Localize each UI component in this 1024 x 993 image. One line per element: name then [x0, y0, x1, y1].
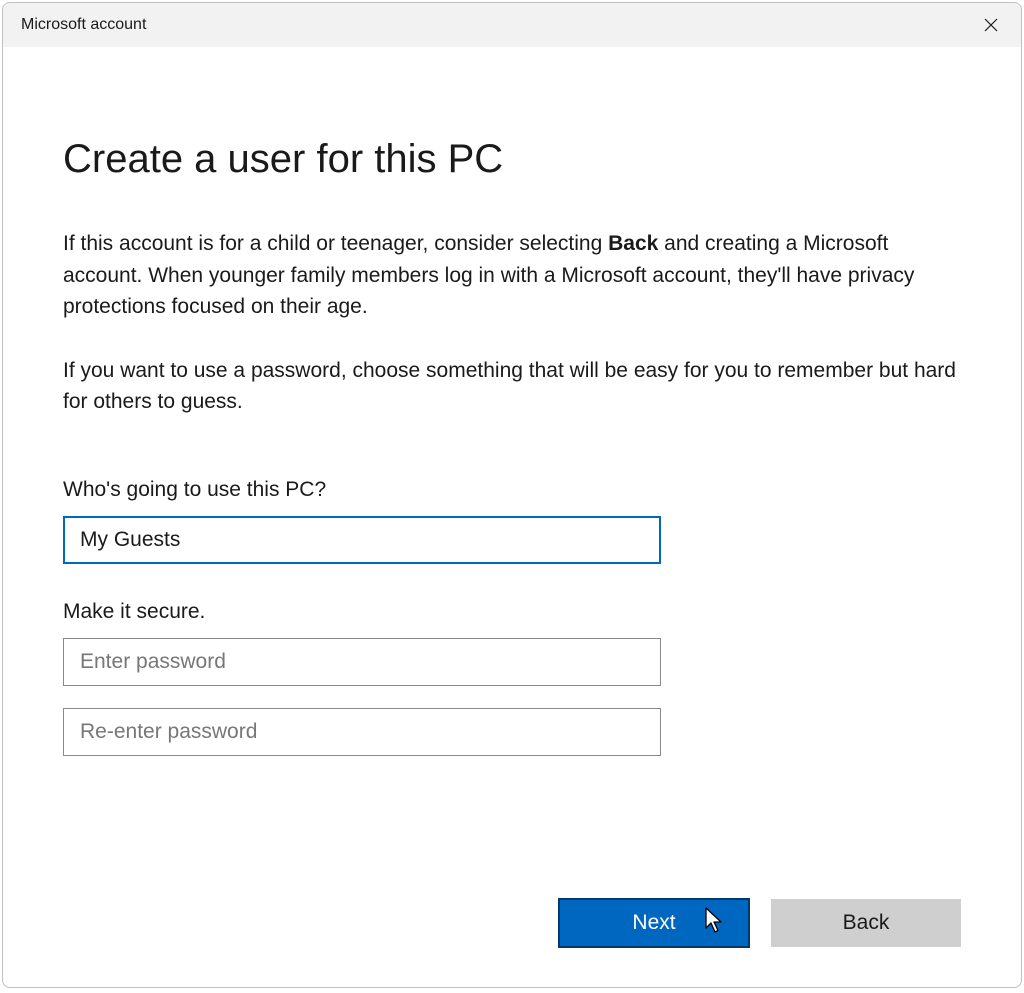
next-button[interactable]: Next [559, 899, 749, 947]
content-area: Create a user for this PC If this accoun… [3, 47, 1021, 987]
username-input[interactable] [63, 516, 661, 564]
close-button[interactable] [961, 3, 1021, 47]
page-title: Create a user for this PC [63, 137, 961, 182]
intro-paragraph-2: If you want to use a password, choose so… [63, 355, 961, 418]
password-stack [63, 638, 961, 756]
intro-paragraph-1: If this account is for a child or teenag… [63, 228, 961, 323]
dialog-window: Microsoft account Create a user for this… [2, 2, 1022, 988]
window-title: Microsoft account [21, 16, 146, 34]
titlebar: Microsoft account [3, 3, 1021, 47]
intro1-pre: If this account is for a child or teenag… [63, 232, 608, 255]
back-button[interactable]: Back [771, 899, 961, 947]
username-label: Who's going to use this PC? [63, 478, 961, 502]
footer-buttons: Next Back [559, 899, 961, 947]
password-input[interactable] [63, 638, 661, 686]
intro1-bold: Back [608, 232, 658, 255]
secure-label: Make it secure. [63, 600, 961, 624]
close-icon [984, 18, 998, 32]
password-confirm-input[interactable] [63, 708, 661, 756]
